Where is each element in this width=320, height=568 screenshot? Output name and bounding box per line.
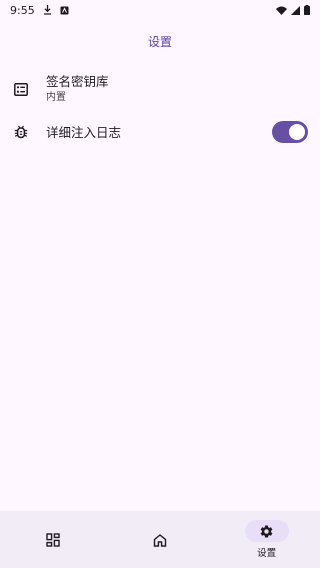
app-notification-icon bbox=[60, 6, 69, 15]
setting-keystore[interactable]: 签名密钥库 内置 bbox=[0, 71, 320, 107]
cellular-icon bbox=[291, 5, 300, 15]
apps-icon bbox=[31, 529, 75, 551]
verbose-logging-switch[interactable] bbox=[272, 121, 308, 143]
status-time: 9:55 bbox=[10, 3, 35, 17]
wifi-icon bbox=[276, 6, 287, 15]
gear-icon bbox=[244, 520, 289, 542]
top-app-bar: 设置 bbox=[0, 28, 320, 54]
battery-icon bbox=[304, 5, 310, 15]
setting-verbose-logging-title: 详细注入日志 bbox=[46, 124, 122, 140]
setting-keystore-title: 签名密钥库 bbox=[46, 74, 109, 89]
nav-item-apps[interactable] bbox=[0, 511, 107, 568]
keystore-icon bbox=[12, 80, 30, 98]
download-icon bbox=[43, 5, 52, 15]
nav-label-settings: 设置 bbox=[257, 548, 277, 559]
bug-icon bbox=[12, 123, 30, 141]
nav-item-settings[interactable]: 设置 bbox=[213, 511, 320, 568]
page-title: 设置 bbox=[147, 34, 172, 49]
status-bar: 9:55 bbox=[0, 0, 320, 20]
nav-item-home[interactable] bbox=[107, 511, 214, 568]
switch-knob bbox=[289, 124, 305, 140]
setting-keystore-value: 内置 bbox=[46, 92, 66, 103]
home-icon bbox=[138, 529, 182, 551]
setting-verbose-logging[interactable]: 详细注入日志 bbox=[0, 118, 320, 146]
bottom-navigation: 设置 bbox=[0, 511, 320, 568]
